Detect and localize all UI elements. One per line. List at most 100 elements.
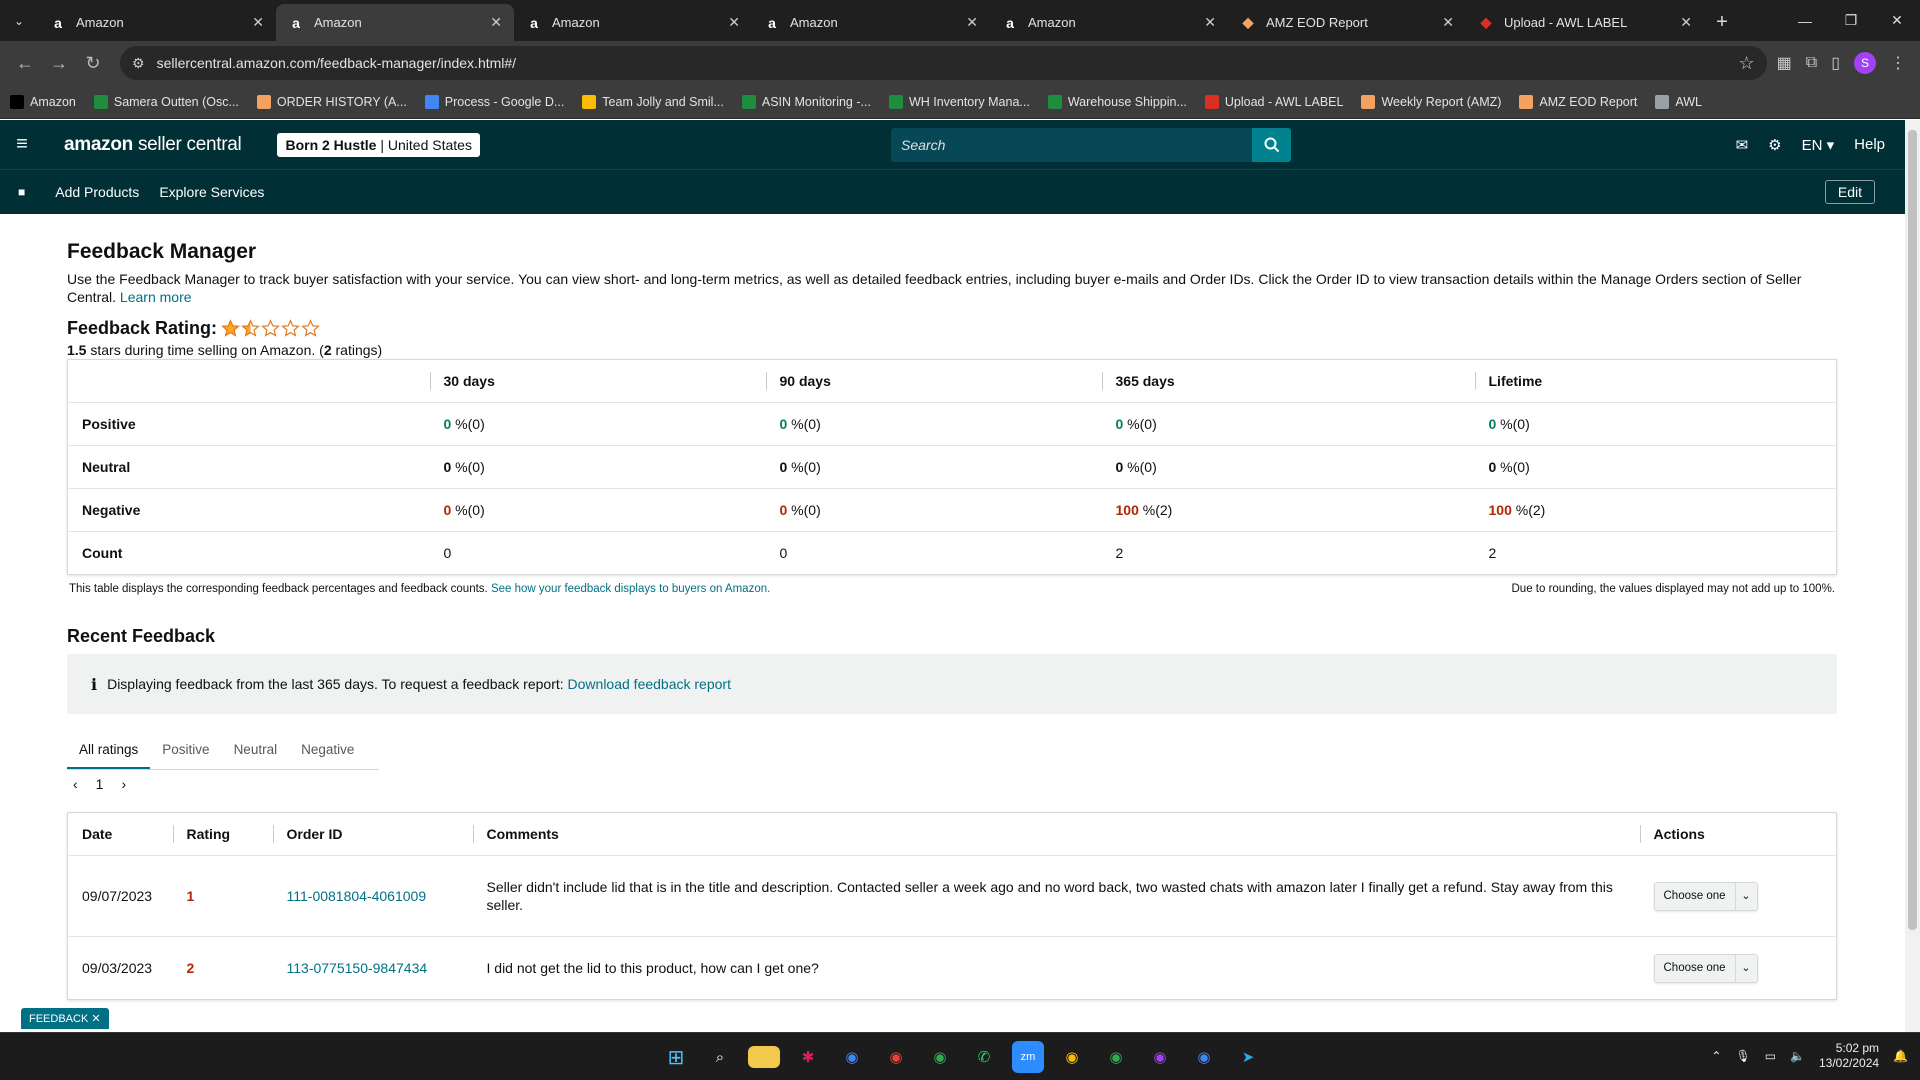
browser-tab[interactable]: a Amazon ✕	[276, 4, 514, 41]
current-page[interactable]: 1	[96, 776, 104, 792]
browser-tab[interactable]: a Amazon ✕	[38, 4, 276, 41]
close-tab-icon[interactable]: ✕	[252, 14, 264, 31]
chrome-icon-3[interactable]: ◉	[924, 1041, 956, 1073]
browser-tab[interactable]: a Amazon ✕	[752, 4, 990, 41]
close-tab-icon[interactable]: ✕	[1204, 14, 1216, 31]
volume-icon[interactable]: 🔈	[1790, 1049, 1805, 1063]
url-text: sellercentral.amazon.com/feedback-manage…	[156, 55, 517, 71]
seller-central-logo[interactable]: amazon seller central	[64, 134, 242, 156]
bookmark-icon[interactable]: ■	[18, 185, 25, 199]
network-icon[interactable]: ▭	[1765, 1049, 1776, 1063]
bookmark-item[interactable]: Upload - AWL LABEL	[1204, 94, 1343, 109]
notifications-icon[interactable]: 🔔	[1893, 1049, 1908, 1063]
bookmark-item[interactable]: AMZ EOD Report	[1519, 94, 1637, 109]
chrome-icon-5[interactable]: ◉	[1100, 1041, 1132, 1073]
language-selector[interactable]: EN ▾	[1802, 136, 1835, 154]
qr-icon[interactable]: ▦	[1777, 53, 1792, 73]
windows-start-icon[interactable]: ⊞	[660, 1041, 692, 1073]
new-tab-button[interactable]: +	[1704, 4, 1740, 41]
search-taskbar-icon[interactable]: ⌕	[704, 1041, 736, 1073]
download-report-link[interactable]: Download feedback report	[568, 676, 731, 692]
bookmark-item[interactable]: WH Inventory Mana...	[888, 94, 1030, 109]
slack-icon[interactable]: ✱	[792, 1041, 824, 1073]
clock-date: 13/02/2024	[1818, 1056, 1880, 1070]
mail-icon[interactable]: ✉	[1736, 136, 1749, 154]
tab-search-icon[interactable]: ⌄	[0, 0, 38, 41]
close-tab-icon[interactable]: ✕	[1680, 14, 1692, 31]
chrome-icon-7[interactable]: ◉	[1188, 1041, 1220, 1073]
tab-title: AMZ EOD Report	[1266, 15, 1368, 30]
summary-percent: 100	[1488, 502, 1512, 518]
restore-icon[interactable]: ❐	[1828, 12, 1874, 29]
whatsapp-icon[interactable]: ✆	[968, 1041, 1000, 1073]
seller-nav-bar: ■ Add Products Explore Services Edit	[0, 169, 1905, 214]
page-scrollbar[interactable]	[1905, 120, 1920, 1032]
nav-add-products[interactable]: Add Products	[55, 184, 139, 200]
tab-negative[interactable]: Negative	[289, 732, 366, 769]
tab-all-ratings[interactable]: All ratings	[67, 732, 151, 769]
close-window-icon[interactable]: ✕	[1874, 12, 1920, 29]
chrome-icon-4[interactable]: ◉	[1056, 1041, 1088, 1073]
back-icon[interactable]: ←	[8, 46, 42, 80]
bookmark-item[interactable]: Warehouse Shippin...	[1047, 94, 1187, 109]
side-panel-icon[interactable]: ▯	[1831, 53, 1840, 73]
file-explorer-icon[interactable]	[748, 1046, 780, 1068]
pagination: ‹ 1 ›	[73, 776, 126, 792]
close-tab-icon[interactable]: ✕	[1442, 14, 1454, 31]
tab-positive[interactable]: Positive	[150, 732, 221, 769]
browser-tab[interactable]: a Amazon ✕	[514, 4, 752, 41]
bookmark-item[interactable]: ASIN Monitoring -...	[741, 94, 871, 109]
star-icon	[241, 319, 260, 337]
buyer-display-link[interactable]: See how your feedback displays to buyers…	[491, 583, 770, 595]
prev-page-icon[interactable]: ‹	[73, 776, 78, 792]
telegram-icon[interactable]: ➤	[1232, 1041, 1264, 1073]
profile-avatar[interactable]: S	[1854, 52, 1876, 74]
next-page-icon[interactable]: ›	[121, 776, 126, 792]
actions-dropdown[interactable]: Choose one ⌄	[1653, 881, 1758, 911]
edit-nav-button[interactable]: Edit	[1824, 180, 1875, 204]
minimize-icon[interactable]: —	[1782, 13, 1828, 29]
search-icon[interactable]	[1252, 127, 1291, 162]
actions-dropdown[interactable]: Choose one ⌄	[1653, 953, 1758, 983]
search-input[interactable]	[891, 127, 1252, 162]
chrome-icon-6[interactable]: ◉	[1144, 1041, 1176, 1073]
forward-icon[interactable]: →	[42, 46, 76, 80]
zoom-icon[interactable]: zm	[1012, 1041, 1044, 1073]
store-name: Born 2 Hustle	[285, 136, 377, 153]
help-link[interactable]: Help	[1854, 136, 1885, 153]
settings-gear-icon[interactable]: ⚙	[1768, 136, 1781, 154]
system-clock[interactable]: 5:02 pm 13/02/2024	[1819, 1041, 1879, 1071]
browser-tab[interactable]: a Amazon ✕	[990, 4, 1228, 41]
order-id-link[interactable]: 113-0775150-9847434	[287, 960, 428, 976]
bookmark-item[interactable]: Process - Google D...	[424, 94, 564, 109]
bookmark-item[interactable]: Weekly Report (AMZ)	[1361, 94, 1501, 109]
hamburger-menu-icon[interactable]: ≡	[0, 133, 44, 156]
close-tab-icon[interactable]: ✕	[966, 14, 978, 31]
reload-icon[interactable]: ↻	[76, 46, 110, 80]
tab-neutral[interactable]: Neutral	[222, 732, 290, 769]
extensions-icon[interactable]: ⧉	[1806, 54, 1817, 72]
bookmark-item[interactable]: Amazon	[10, 94, 76, 109]
microphone-icon[interactable]: 🎙	[1735, 1049, 1750, 1063]
close-tab-icon[interactable]: ✕	[728, 14, 740, 31]
address-bar[interactable]: ⚙ sellercentral.amazon.com/feedback-mana…	[120, 46, 1767, 80]
tray-chevron-icon[interactable]: ⌃	[1711, 1049, 1721, 1063]
feedback-widget-tab[interactable]: FEEDBACK ✕	[21, 1008, 109, 1029]
chrome-icon[interactable]: ◉	[836, 1041, 868, 1073]
bookmark-item[interactable]: AWL	[1655, 94, 1702, 109]
store-selector[interactable]: Born 2 Hustle | United States	[277, 132, 480, 157]
browser-tab[interactable]: ◆ Upload - AWL LABEL ✕	[1466, 4, 1704, 41]
bookmark-item[interactable]: Samera Outten (Osc...	[93, 94, 239, 109]
chrome-icon-2[interactable]: ◉	[880, 1041, 912, 1073]
learn-more-link[interactable]: Learn more	[120, 289, 192, 305]
scrollbar-thumb[interactable]	[1908, 130, 1917, 930]
browser-tab[interactable]: ◆ AMZ EOD Report ✕	[1228, 4, 1466, 41]
order-id-link[interactable]: 111-0081804-4061009	[287, 888, 427, 904]
menu-icon[interactable]: ⋮	[1890, 53, 1906, 73]
bookmark-star-icon[interactable]: ☆	[1738, 53, 1754, 74]
bookmark-item[interactable]: ORDER HISTORY (A...	[256, 94, 407, 109]
nav-explore-services[interactable]: Explore Services	[159, 184, 264, 200]
site-info-icon[interactable]: ⚙	[132, 55, 145, 72]
close-tab-icon[interactable]: ✕	[490, 14, 502, 31]
bookmark-item[interactable]: Team Jolly and Smil...	[582, 94, 724, 109]
